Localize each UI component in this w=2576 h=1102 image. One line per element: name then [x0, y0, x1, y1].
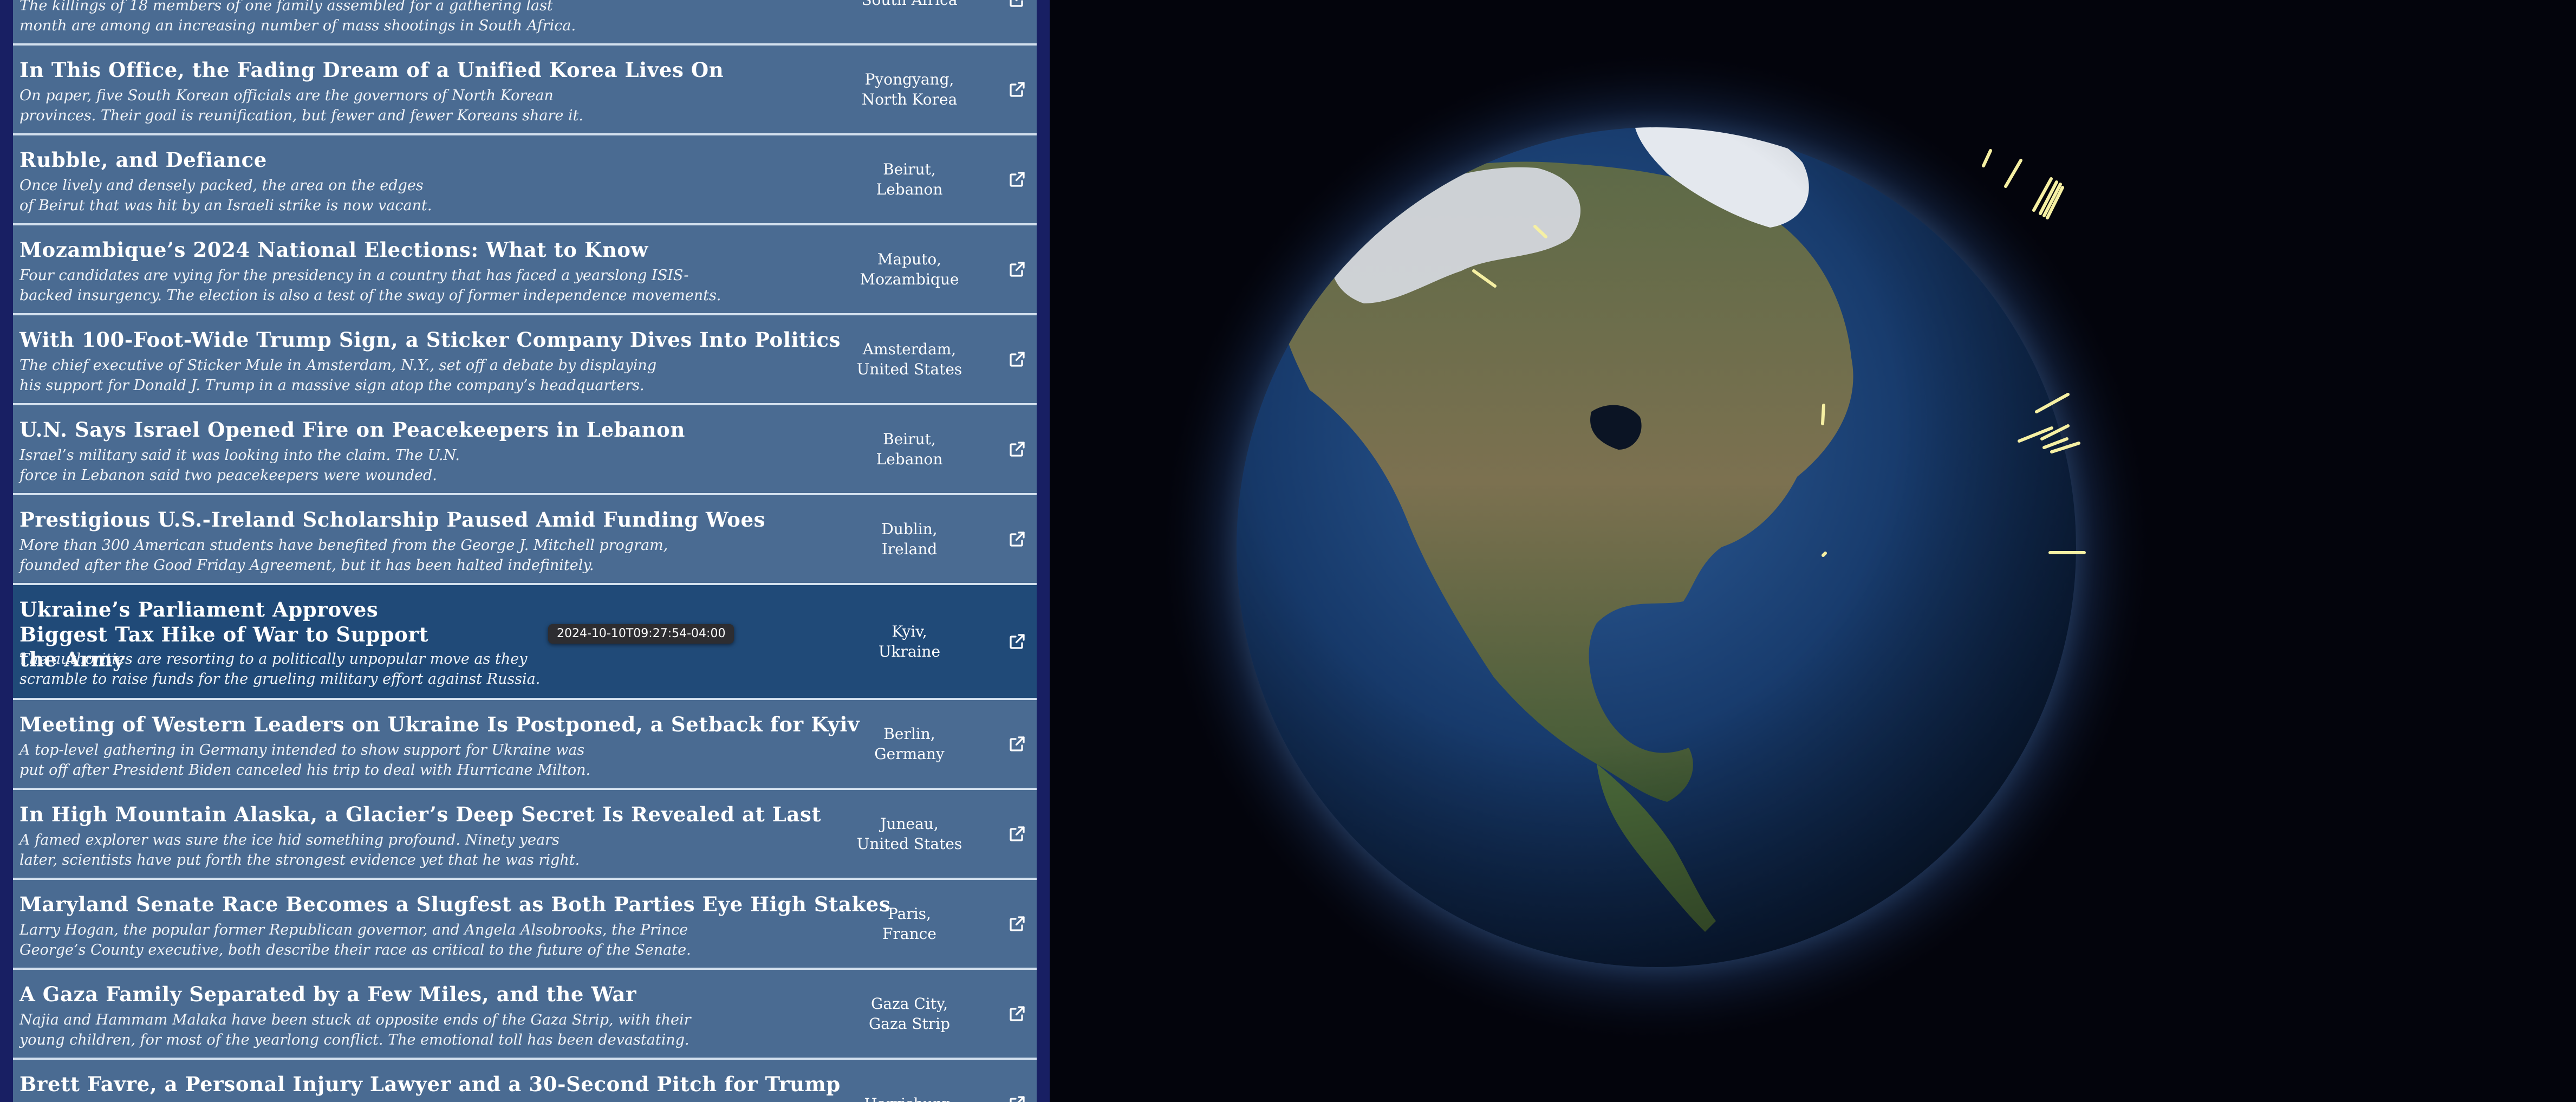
article-location: Berlin, Germany — [874, 725, 945, 763]
article-summary: A famed explorer was sure the ice hid so… — [19, 832, 580, 868]
globe-view[interactable] — [1050, 0, 2576, 1102]
article-row[interactable]: Prestigious U.S.-Ireland Scholarship Pau… — [13, 495, 1037, 585]
article-location: Juneau, United States — [856, 815, 962, 853]
article-list: The killings of 18 members of one family… — [13, 0, 1037, 1102]
article-summary: More than 300 American students have ben… — [19, 537, 668, 574]
article-title[interactable]: A Gaza Family Separated by a Few Miles, … — [19, 982, 794, 1007]
article-title[interactable]: In This Office, the Fading Dream of a Un… — [19, 57, 794, 82]
article-summary: The authorities are resorting to a polit… — [19, 651, 541, 688]
article-location: Gaza City, Gaza Strip — [868, 995, 951, 1033]
article-title[interactable]: Meeting of Western Leaders on Ukraine Is… — [19, 712, 860, 737]
external-link-icon[interactable] — [1007, 734, 1027, 754]
article-row[interactable]: Rubble, and Defiance Once lively and den… — [13, 135, 1037, 225]
external-link-icon[interactable] — [1007, 80, 1027, 99]
article-row-highlighted[interactable]: Ukraine’s Parliament Approves Biggest Ta… — [13, 585, 1037, 700]
timestamp-tooltip: 2024-10-10T09:27:54-04:00 — [548, 624, 734, 644]
article-title[interactable]: Brett Favre, a Personal Injury Lawyer an… — [19, 1072, 840, 1097]
external-link-icon[interactable] — [1007, 260, 1027, 279]
article-row[interactable]: A Gaza Family Separated by a Few Miles, … — [13, 970, 1037, 1060]
article-summary: Najia and Hammam Malaka have been stuck … — [19, 1012, 691, 1048]
location-marker[interactable] — [2004, 159, 2022, 188]
article-location: Maputo, Mozambique — [860, 250, 959, 288]
article-row[interactable]: Meeting of Western Leaders on Ukraine Is… — [13, 700, 1037, 790]
article-title[interactable]: Maryland Senate Race Becomes a Slugfest … — [19, 892, 890, 917]
globe-canvas[interactable] — [1050, 0, 2576, 1102]
article-title[interactable]: Prestigious U.S.-Ireland Scholarship Pau… — [19, 507, 794, 532]
article-location: Beirut, Lebanon — [876, 160, 943, 198]
article-location: Pyongyang, North Korea — [861, 70, 958, 108]
article-title[interactable]: With 100-Foot-Wide Trump Sign, a Sticker… — [19, 327, 840, 352]
external-link-icon[interactable] — [1007, 632, 1027, 651]
article-summary: On paper, five South Korean officials ar… — [19, 87, 584, 124]
article-summary: A top-level gathering in Germany intende… — [19, 742, 591, 779]
external-link-icon[interactable] — [1007, 1094, 1027, 1102]
external-link-icon[interactable] — [1007, 170, 1027, 189]
location-marker[interactable] — [1982, 149, 1992, 167]
globe-shading — [1237, 127, 2076, 967]
article-summary: Once lively and densely packed, the area… — [19, 177, 432, 214]
article-row[interactable]: Brett Favre, a Personal Injury Lawyer an… — [13, 1060, 1037, 1102]
article-location: Beirut, Lebanon — [876, 430, 943, 468]
article-list-panel: The killings of 18 members of one family… — [0, 0, 1050, 1102]
article-summary: The chief executive of Sticker Mule in A… — [19, 357, 657, 394]
location-marker[interactable] — [1822, 552, 1827, 557]
article-title[interactable]: In High Mountain Alaska, a Glacier’s Dee… — [19, 802, 821, 827]
article-row[interactable]: Maryland Senate Race Becomes a Slugfest … — [13, 880, 1037, 970]
article-location: Paris, France — [882, 905, 936, 943]
article-row[interactable]: Mozambique’s 2024 National Elections: Wh… — [13, 225, 1037, 315]
article-row[interactable]: In This Office, the Fading Dream of a Un… — [13, 46, 1037, 135]
article-location: Amsterdam, United States — [856, 340, 962, 378]
article-row[interactable]: With 100-Foot-Wide Trump Sign, a Sticker… — [13, 315, 1037, 405]
external-link-icon[interactable] — [1007, 529, 1027, 549]
external-link-icon[interactable] — [1007, 349, 1027, 369]
article-summary: Four candidates are vying for the presid… — [19, 267, 721, 304]
article-title[interactable]: Rubble, and Defiance — [19, 147, 794, 172]
article-location: Dublin, Ireland — [881, 520, 938, 558]
article-location: Harrisburg, — [836, 1060, 983, 1102]
article-title[interactable]: U.N. Says Israel Opened Fire on Peacekee… — [19, 417, 794, 442]
article-location: Kyiv, Ukraine — [878, 623, 941, 660]
external-link-icon[interactable] — [1007, 914, 1027, 934]
article-row[interactable]: The killings of 18 members of one family… — [13, 0, 1037, 46]
article-row[interactable]: In High Mountain Alaska, a Glacier’s Dee… — [13, 790, 1037, 880]
article-row[interactable]: U.N. Says Israel Opened Fire on Peacekee… — [13, 405, 1037, 495]
external-link-icon[interactable] — [1007, 439, 1027, 459]
location-marker[interactable] — [1821, 404, 1825, 425]
external-link-icon[interactable] — [1007, 0, 1027, 9]
article-summary: Israel’s military said it was looking in… — [19, 447, 460, 484]
article-title[interactable]: Mozambique’s 2024 National Elections: Wh… — [19, 237, 794, 262]
article-location: South Africa — [836, 0, 983, 43]
article-summary: The killings of 18 members of one family… — [19, 0, 576, 34]
external-link-icon[interactable] — [1007, 824, 1027, 844]
article-summary: Larry Hogan, the popular former Republic… — [19, 922, 691, 958]
external-link-icon[interactable] — [1007, 1004, 1027, 1023]
